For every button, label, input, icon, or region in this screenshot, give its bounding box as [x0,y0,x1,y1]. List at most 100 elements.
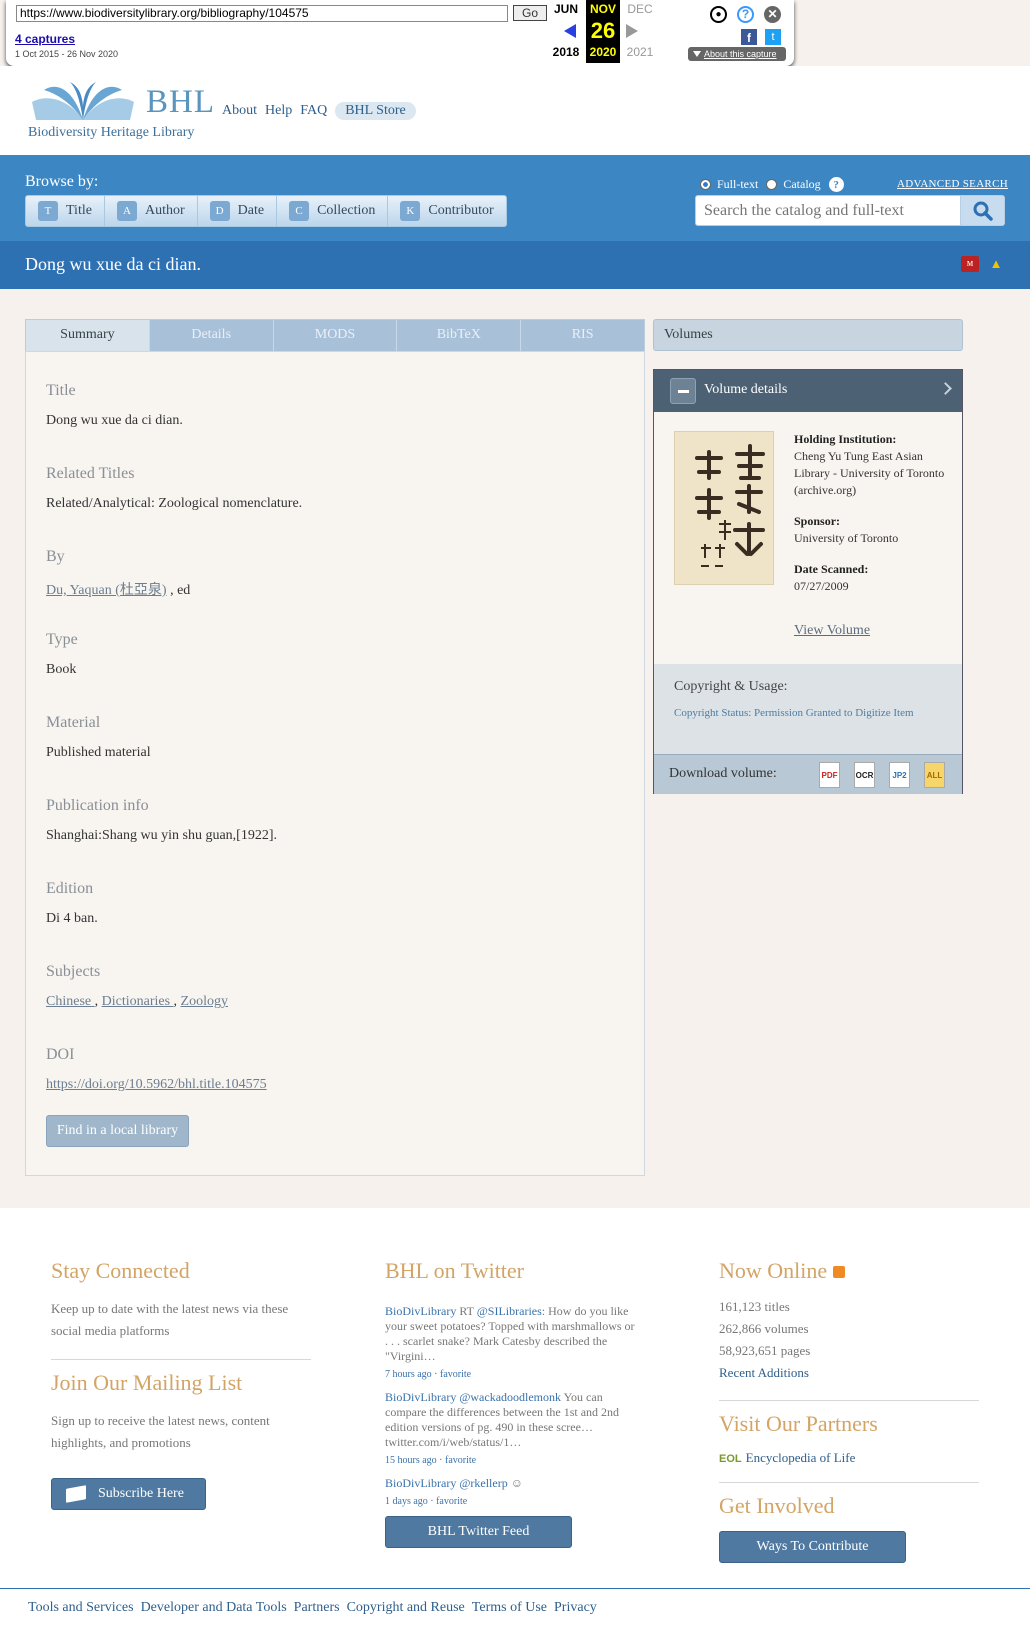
sponsor-label: Sponsor: [794,514,841,528]
view-volume-link[interactable]: View Volume [794,623,870,639]
tweet-meta[interactable]: 15 hours ago · favorite [385,1453,640,1468]
top-nav: About Help FAQ BHL Store [222,102,424,120]
chevron-right-icon[interactable] [939,382,952,395]
nav-about[interactable]: About [222,103,257,119]
mailing-list-text: Sign up to receive the latest news, cont… [51,1413,270,1450]
stat-pages: 58,923,651 pages [719,1343,811,1358]
volume-details-header[interactable]: Volume details [654,370,962,412]
stay-connected-heading: Stay Connected [51,1258,190,1283]
user-icon[interactable]: ● [710,6,727,23]
link-terms[interactable]: Terms of Use [472,1600,547,1616]
subject-link[interactable]: Zoology [181,994,228,1009]
browse-contributor-button[interactable]: K Contributor [388,196,505,226]
catalog-radio[interactable] [766,179,778,190]
wayback-go-button[interactable]: Go [513,5,547,21]
volume-panel: Volume details Holding Institution: Chen… [653,369,963,794]
browse-date-button[interactable]: D Date [198,196,278,226]
nav-bhl-store[interactable]: BHL Store [335,102,416,120]
doi-link[interactable]: https://doi.org/10.5962/bhl.title.104575 [46,1077,267,1092]
link-copyright[interactable]: Copyright and Reuse [347,1600,465,1616]
search-help-icon[interactable]: ? [828,177,844,192]
publication-section: Publication info Shanghai:Shang wu yin s… [46,797,277,844]
copyright-status: Copyright Status: Permission Granted to … [674,707,914,719]
subject-link[interactable]: Dictionaries [102,994,170,1009]
bhl-logo[interactable]: BHL Biodiversity Heritage Library [28,80,218,144]
tweet-user[interactable]: BioDivLibrary [385,1476,456,1490]
nav-help[interactable]: Help [265,103,292,119]
advanced-search-link[interactable]: ADVANCED SEARCH [897,178,1008,190]
help-icon[interactable]: ? [737,6,754,23]
browse-title-label: Title [66,203,92,218]
link-privacy[interactable]: Privacy [554,1600,597,1616]
tweet-mention[interactable]: @rkellerp [459,1476,507,1490]
prev-capture-arrow-icon[interactable] [564,24,576,38]
twitter-feed-button[interactable]: BHL Twitter Feed [385,1516,572,1548]
subject-link[interactable]: Chinese [46,994,91,1009]
publication-value: Shanghai:Shang wu yin shu guan,[1922]. [46,828,277,843]
wayback-cur-year-label: 2020 [589,45,617,59]
warning-icon[interactable]: ▲ [987,256,1005,272]
author-link[interactable]: Du, Yaquan (杜亞泉) [46,583,167,598]
type-section: Type Book [46,631,78,678]
tweet-mention[interactable]: @wackadoodlemonk [459,1390,561,1404]
tweet-mention[interactable]: @SILibraries [477,1304,542,1318]
link-tools-services[interactable]: Tools and Services [28,1600,134,1616]
twitter-icon[interactable]: t [765,29,781,45]
tab-bibtex[interactable]: BibTeX [397,320,522,351]
search-input[interactable] [696,196,961,225]
browse-contributor-label: Contributor [428,203,494,218]
pdf-download-icon[interactable]: PDF [819,762,840,788]
nav-faq[interactable]: FAQ [300,103,327,119]
tweet-rt: RT [456,1304,477,1318]
wayback-toolbar: https://www.biodiversitylibrary.org/bibl… [6,0,794,66]
scanned-label: Date Scanned: [794,562,869,576]
volume-thumbnail[interactable] [674,431,774,585]
tweet-list: BioDivLibrary RT @SILibraries: How do yo… [385,1296,645,1507]
edition-heading: Edition [46,880,94,897]
tweet-user[interactable]: BioDivLibrary [385,1390,456,1404]
contribute-button[interactable]: Ways To Contribute [719,1531,906,1563]
subscribe-button[interactable]: Subscribe Here [51,1478,206,1510]
mendeley-icon[interactable]: ᴍ [961,256,979,272]
subject-sep [91,994,95,1009]
rss-icon[interactable] [832,1266,845,1278]
subject-sep [170,994,174,1009]
recent-additions-link[interactable]: Recent Additions [719,1362,979,1384]
all-download-icon[interactable]: ALL [924,762,945,788]
browse-author-button[interactable]: A Author [105,196,198,226]
link-developer-tools[interactable]: Developer and Data Tools [141,1600,287,1616]
title-value: Dong wu xue da ci dian. [46,413,183,428]
find-library-button[interactable]: Find in a local library [46,1115,189,1147]
volumes-tab[interactable]: Volumes [653,319,963,351]
footer: Stay Connected Keep up to date with the … [0,1208,1030,1588]
eol-link[interactable]: EOL Encyclopedia of Life [719,1447,979,1470]
fulltext-radio[interactable] [700,179,711,190]
wayback-captures-link[interactable]: 4 captures [15,32,75,46]
tab-summary[interactable]: Summary [26,320,150,351]
volume-info: Holding Institution: Cheng Yu Tung East … [794,431,954,595]
tab-ris[interactable]: RIS [521,320,644,351]
stay-connected: Stay Connected Keep up to date with the … [51,1258,311,1454]
tweet-user[interactable]: BioDivLibrary [385,1304,456,1318]
about-capture-button[interactable]: About this capture [688,47,786,61]
wayback-url-input[interactable]: https://www.biodiversitylibrary.org/bibl… [16,5,508,22]
ocr-download-icon[interactable]: OCR [854,762,875,788]
holding-label: Holding Institution: [794,432,897,446]
title-icon: T [38,201,58,221]
tweet: BioDivLibrary @wackadoodlemonk You can c… [385,1390,640,1468]
close-icon[interactable]: ✕ [764,6,781,23]
link-partners[interactable]: Partners [294,1600,340,1616]
title-heading: Title [46,382,76,399]
collapse-icon[interactable] [670,378,696,404]
tab-mods[interactable]: MODS [273,320,398,351]
search-button[interactable] [960,196,1004,225]
tweet-meta[interactable]: 7 hours ago · favorite [385,1367,640,1382]
facebook-icon[interactable]: f [741,29,757,45]
browse-title-button[interactable]: T Title [26,196,105,226]
browse-collection-button[interactable]: C Collection [277,196,389,226]
tweet-meta[interactable]: 1 days ago · favorite [385,1494,640,1509]
tab-details[interactable]: Details [149,320,274,351]
subjects-value: Chinese , Dictionaries , Zoology [46,994,228,1009]
jp2-download-icon[interactable]: JP2 [889,762,910,788]
wayback-next-month[interactable]: DEC 2021 [623,0,657,63]
